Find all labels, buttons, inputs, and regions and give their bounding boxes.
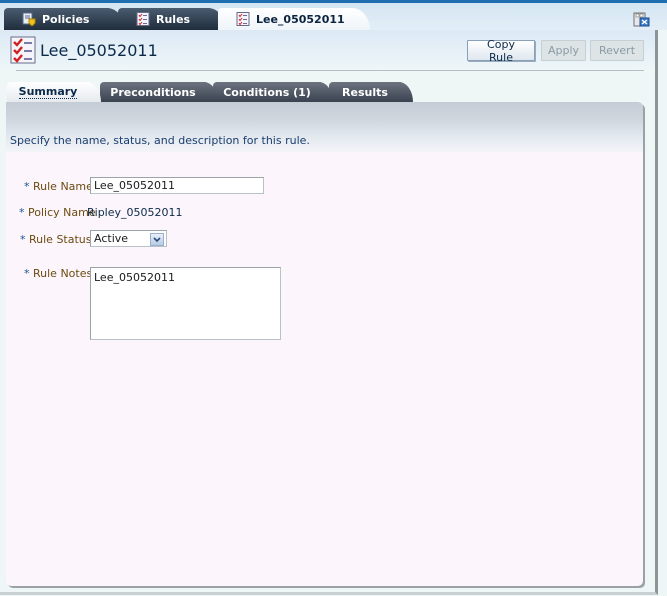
chevron-down-icon[interactable]: [150, 233, 164, 246]
copy-rule-button[interactable]: Copy Rule: [467, 38, 535, 64]
doc-tab-label: Rules: [156, 12, 191, 26]
tab-conditions[interactable]: Conditions (1): [213, 82, 333, 102]
rule-status-label: * Rule Status: [20, 233, 92, 246]
rules-checklist-icon: [136, 12, 150, 26]
doc-tab-rules[interactable]: Rules: [118, 8, 226, 30]
rule-notes-label: * Rule Notes: [24, 267, 92, 280]
doc-tab-rule-lee[interactable]: Lee_05052011: [218, 8, 370, 30]
tab-label: Results: [342, 85, 388, 99]
rule-name-label: * Rule Name: [24, 180, 93, 193]
rule-title-row: Lee_05052011: [10, 36, 158, 64]
rule-checklist-icon: [10, 36, 36, 64]
doc-tab-label: Lee_05052011: [256, 12, 345, 26]
tab-summary[interactable]: Summary: [7, 82, 101, 102]
apply-button[interactable]: Apply: [541, 40, 586, 61]
summary-content-panel: [6, 102, 643, 586]
rule-notes-label-text: Rule Notes: [33, 267, 93, 280]
policy-name-value: Ripley_05052011: [87, 206, 183, 219]
tab-label: Preconditions: [110, 85, 196, 99]
page-title: Lee_05052011: [40, 40, 158, 60]
revert-button[interactable]: Revert: [590, 40, 644, 61]
rule-name-input[interactable]: [90, 177, 264, 194]
rule-status-select[interactable]: Active: [90, 230, 167, 247]
doc-tab-label: Policies: [42, 12, 90, 26]
tab-preconditions[interactable]: Preconditions: [100, 82, 218, 102]
rule-status-label-text: Rule Status: [29, 233, 92, 246]
policy-name-label-text: Policy Name: [28, 206, 96, 219]
tab-label: Summary: [18, 85, 78, 99]
required-marker: *: [20, 233, 26, 246]
tab-label: Conditions (1): [223, 85, 311, 99]
rule-notes-textarea[interactable]: Lee_05052011: [90, 267, 281, 340]
required-marker: *: [24, 267, 30, 280]
required-marker: *: [24, 180, 30, 193]
doc-tab-policies[interactable]: Policies: [4, 8, 125, 30]
rule-checklist-icon: [236, 12, 250, 26]
instruction-text: Specify the name, status, and descriptio…: [10, 134, 310, 147]
policy-name-label: * Policy Name: [19, 206, 96, 219]
rule-status-selected-value: Active: [94, 232, 129, 245]
required-marker: *: [19, 206, 25, 219]
header-divider: [16, 70, 644, 71]
close-tab-icon[interactable]: [633, 12, 650, 27]
policies-icon: [22, 12, 36, 26]
tab-results[interactable]: Results: [329, 82, 413, 102]
rule-name-label-text: Rule Name: [33, 180, 93, 193]
